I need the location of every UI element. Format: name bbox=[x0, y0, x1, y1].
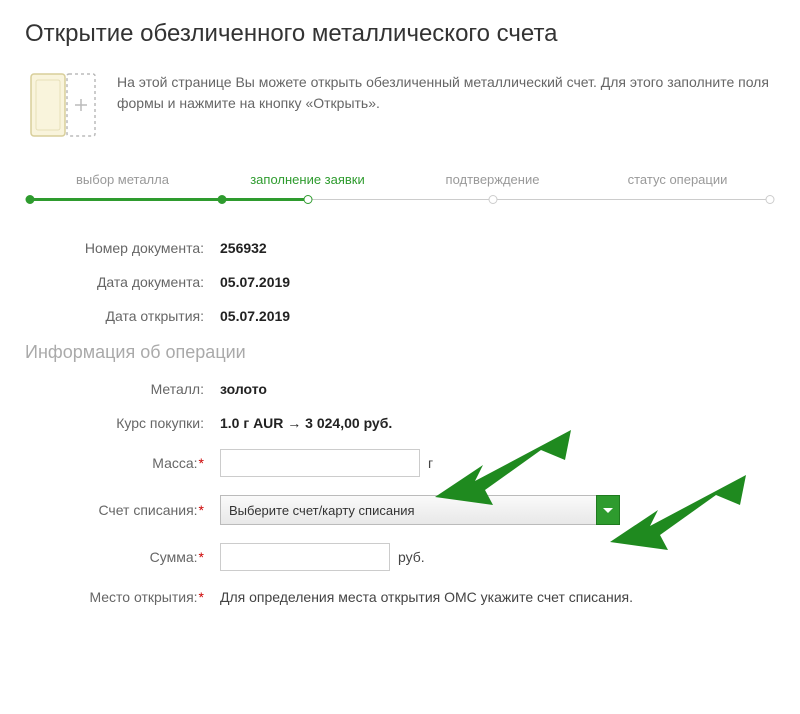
label-debit-account: Счет списания:* bbox=[25, 502, 220, 518]
chevron-down-icon[interactable] bbox=[596, 495, 620, 525]
row-open-date: Дата открытия: 05.07.2019 bbox=[25, 308, 775, 324]
step-metal: выбор металла bbox=[30, 172, 215, 187]
row-sum: Сумма:* руб. bbox=[25, 543, 775, 571]
row-mass: Масса:* г bbox=[25, 449, 775, 477]
form-section: Номер документа: 256932 Дата документа: … bbox=[25, 240, 775, 605]
label-sum: Сумма:* bbox=[25, 549, 220, 565]
row-doc-date: Дата документа: 05.07.2019 bbox=[25, 274, 775, 290]
step-confirm: подтверждение bbox=[400, 172, 585, 187]
step-form: заполнение заявки bbox=[215, 172, 400, 187]
label-doc-number: Номер документа: bbox=[25, 240, 220, 256]
label-rate: Курс покупки: bbox=[25, 415, 220, 431]
required-asterisk: * bbox=[199, 502, 204, 518]
step-status: статус операции bbox=[585, 172, 770, 187]
row-metal: Металл: золото bbox=[25, 381, 775, 397]
value-rate: 1.0 г AUR → 3 024,00 руб. bbox=[220, 415, 392, 431]
value-metal: золото bbox=[220, 381, 267, 397]
label-mass: Масса:* bbox=[25, 455, 220, 471]
row-doc-number: Номер документа: 256932 bbox=[25, 240, 775, 256]
debit-account-placeholder: Выберите счет/карту списания bbox=[229, 503, 415, 518]
label-open-date: Дата открытия: bbox=[25, 308, 220, 324]
operation-info-heading: Информация об операции bbox=[25, 342, 775, 363]
intro-text: На этой странице Вы можете открыть обезл… bbox=[117, 70, 775, 114]
page-title: Открытие обезличенного металлического сч… bbox=[25, 20, 775, 48]
label-metal: Металл: bbox=[25, 381, 220, 397]
value-open-date: 05.07.2019 bbox=[220, 308, 290, 324]
mass-unit: г bbox=[428, 455, 433, 471]
intro-block: На этой странице Вы можете открыть обезл… bbox=[25, 70, 775, 142]
debit-account-select[interactable]: Выберите счет/карту списания bbox=[220, 495, 620, 525]
label-doc-date: Дата документа: bbox=[25, 274, 220, 290]
sum-unit: руб. bbox=[398, 549, 425, 565]
mass-input[interactable] bbox=[220, 449, 420, 477]
place-note: Для определения места открытия ОМС укажи… bbox=[220, 589, 633, 605]
row-place: Место открытия:* Для определения места о… bbox=[25, 589, 775, 605]
value-doc-date: 05.07.2019 bbox=[220, 274, 290, 290]
required-asterisk: * bbox=[199, 549, 204, 565]
row-rate: Курс покупки: 1.0 г AUR → 3 024,00 руб. bbox=[25, 415, 775, 431]
progress-bar: выбор металла заполнение заявки подтверж… bbox=[25, 172, 775, 205]
required-asterisk: * bbox=[199, 455, 204, 471]
row-debit-account: Счет списания:* Выберите счет/карту спис… bbox=[25, 495, 775, 525]
sum-input[interactable] bbox=[220, 543, 390, 571]
value-doc-number: 256932 bbox=[220, 240, 267, 256]
required-asterisk: * bbox=[199, 589, 204, 605]
label-place: Место открытия:* bbox=[25, 589, 220, 605]
gold-bar-icon bbox=[25, 70, 97, 142]
